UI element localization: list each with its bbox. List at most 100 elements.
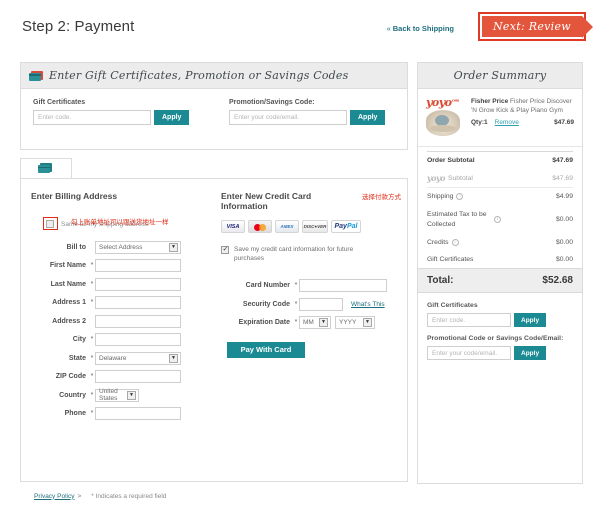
order-summary-panel: Order Summary yoyo.com Fisher Price Fish…	[417, 62, 583, 484]
order-item-row: yoyo.com Fisher Price Fisher Price Disco…	[418, 89, 582, 147]
field-label: Address 1	[52, 299, 86, 306]
yoyo-logo-small: yoyo	[427, 173, 445, 183]
back-to-shipping-link[interactable]: «Back to Shipping	[387, 24, 454, 33]
expiration-year-select[interactable]: YYYY ▼	[335, 316, 375, 330]
total-label: Credits	[427, 239, 449, 247]
discover-icon: DISC●VER	[302, 220, 328, 233]
total-row-shipping: Shipping i $4.99	[427, 188, 573, 205]
info-icon[interactable]: i	[451, 239, 459, 247]
zip-code-input[interactable]	[95, 370, 181, 383]
order-summary-codes: Gift Certificates Enter code. Apply Prom…	[418, 293, 582, 361]
next-review-label: Next: Review	[492, 20, 571, 33]
security-code-input[interactable]	[299, 297, 343, 311]
phone-input[interactable]	[95, 407, 181, 420]
whats-this-link[interactable]: What's This	[351, 301, 385, 308]
paypal-icon: Pay Pal	[331, 220, 361, 233]
total-label: Gift Certificates	[427, 256, 474, 264]
gift-certificate-group: Gift Certificates Enter code. Apply	[33, 99, 193, 125]
state-select[interactable]: Delaware ▼	[95, 351, 181, 365]
address-2-input[interactable]	[95, 314, 181, 328]
page-title: Step 2: Payment	[22, 18, 135, 35]
gift-certificate-input[interactable]: Enter code.	[33, 110, 151, 125]
info-icon[interactable]: i	[494, 216, 501, 224]
grand-total-row: Total: $52.68	[418, 268, 582, 294]
summary-gift-apply-button[interactable]: Apply	[514, 313, 547, 328]
field-label: City	[72, 336, 86, 343]
order-totals: Order Subtotal $47.69 yoyo Subtotal $47.…	[418, 147, 582, 268]
promo-code-input[interactable]: Enter your code/email.	[229, 110, 347, 125]
field-last-name: Last Name *	[31, 276, 227, 292]
field-label: Country	[59, 391, 86, 399]
gift-promo-header: Enter Gift Certificates, Promotion or Sa…	[21, 63, 407, 89]
total-row-estimated-tax: Estimated Tax to be Collected i $0.00	[427, 205, 573, 234]
field-phone: Phone *	[31, 406, 227, 422]
expiration-year-value: YYYY	[339, 319, 357, 327]
country-value: United States	[99, 388, 118, 402]
total-value: $0.00	[555, 216, 573, 224]
summary-promo-input[interactable]: Enter your code/email.	[427, 346, 511, 361]
grand-total-label: Total:	[427, 275, 454, 287]
last-name-input[interactable]	[95, 277, 181, 291]
country-select[interactable]: United States ▼	[95, 388, 139, 402]
billing-form: Bill to Select Address ▼ First Name * La…	[31, 239, 227, 424]
field-label: Card Number	[245, 282, 290, 290]
order-summary-header: Order Summary	[418, 63, 582, 89]
summary-promo-apply-button[interactable]: Apply	[514, 346, 547, 361]
order-item-title: Fisher Price Fisher Price Discover 'N Gr…	[471, 97, 574, 116]
field-expiration-date: Expiration Date * MM ▼ YYYY ▼	[221, 315, 401, 331]
credit-card-heading: Enter New Credit Card Information	[221, 191, 312, 211]
field-label: Last Name	[50, 280, 86, 288]
total-label: Order Subtotal	[427, 157, 475, 164]
total-value: $0.00	[555, 256, 573, 264]
next-review-button-body: Next: Review	[482, 16, 593, 38]
address-1-input[interactable]	[95, 296, 181, 309]
first-name-input[interactable]	[95, 259, 181, 272]
field-label: Address 2	[52, 317, 86, 325]
order-item-qty-row: Qty:1 Remove $47.69	[471, 119, 574, 126]
bill-to-select[interactable]: Select Address ▼	[95, 240, 181, 254]
billing-payment-panel: Enter Billing Address Same as my shippin…	[20, 178, 408, 482]
field-label: ZIP Code	[55, 373, 86, 380]
required-field-note: * Indicates a required field	[91, 492, 167, 500]
same-as-shipping-checkbox[interactable]	[46, 219, 54, 228]
field-label: First Name	[49, 262, 86, 269]
field-label: Phone	[64, 410, 86, 417]
order-item-info: Fisher Price Fisher Price Discover 'N Gr…	[471, 97, 574, 136]
gift-promo-panel: Enter Gift Certificates, Promotion or Sa…	[20, 62, 408, 150]
field-label: Expiration Date	[238, 319, 290, 327]
summary-gift-input[interactable]: Enter code.	[427, 313, 511, 328]
card-number-input[interactable]	[299, 279, 387, 293]
form-footer: Privacy Policy > * Indicates a required …	[20, 486, 408, 506]
save-card-label: Save my credit card information for futu…	[234, 246, 354, 263]
same-as-shipping-annotation: 勾上账单地址可以跟送货地址一样	[71, 218, 169, 226]
promo-code-apply-button[interactable]: Apply	[350, 110, 386, 125]
summary-gift-label: Gift Certificates	[427, 302, 478, 310]
save-card-checkbox[interactable]	[221, 246, 229, 254]
pay-with-card-button[interactable]: Pay With Card	[227, 341, 305, 358]
total-row-brand-subtotal: yoyo Subtotal $47.69	[427, 169, 573, 188]
total-label: Estimated Tax to be Collected	[427, 211, 487, 228]
visa-icon: VISA	[221, 220, 245, 233]
remove-item-link[interactable]: Remove	[495, 119, 519, 126]
total-row-order-subtotal: Order Subtotal $47.69	[427, 151, 573, 169]
back-to-shipping-label: Back to Shipping	[392, 24, 454, 33]
summary-promo-label: Promotional Code or Savings Code/Email:	[427, 335, 564, 343]
chevron-down-icon: ▼	[363, 318, 372, 328]
order-summary-heading: Order Summary	[453, 69, 547, 82]
city-input[interactable]	[95, 333, 181, 346]
expiration-month-select[interactable]: MM ▼	[299, 316, 331, 330]
order-item-price: $47.69	[554, 118, 574, 126]
field-state: State * Delaware ▼	[31, 350, 227, 366]
billing-address-heading: Enter Billing Address	[31, 191, 118, 201]
payment-card-tab[interactable]	[20, 158, 72, 178]
save-card-row[interactable]: Save my credit card information for futu…	[221, 245, 401, 264]
order-item-thumbnail: yoyo.com	[426, 97, 466, 136]
amex-icon: AMEX	[275, 220, 299, 233]
gift-promo-heading: Enter Gift Certificates, Promotion or Sa…	[49, 69, 349, 82]
gift-certificate-apply-button[interactable]: Apply	[154, 110, 190, 125]
total-label: Subtotal	[447, 174, 473, 182]
info-icon[interactable]: i	[456, 193, 464, 200]
next-review-button[interactable]: Next: Review	[478, 12, 593, 41]
chevron-down-icon: ▼	[169, 242, 178, 252]
privacy-policy-link[interactable]: Privacy Policy	[34, 493, 74, 500]
